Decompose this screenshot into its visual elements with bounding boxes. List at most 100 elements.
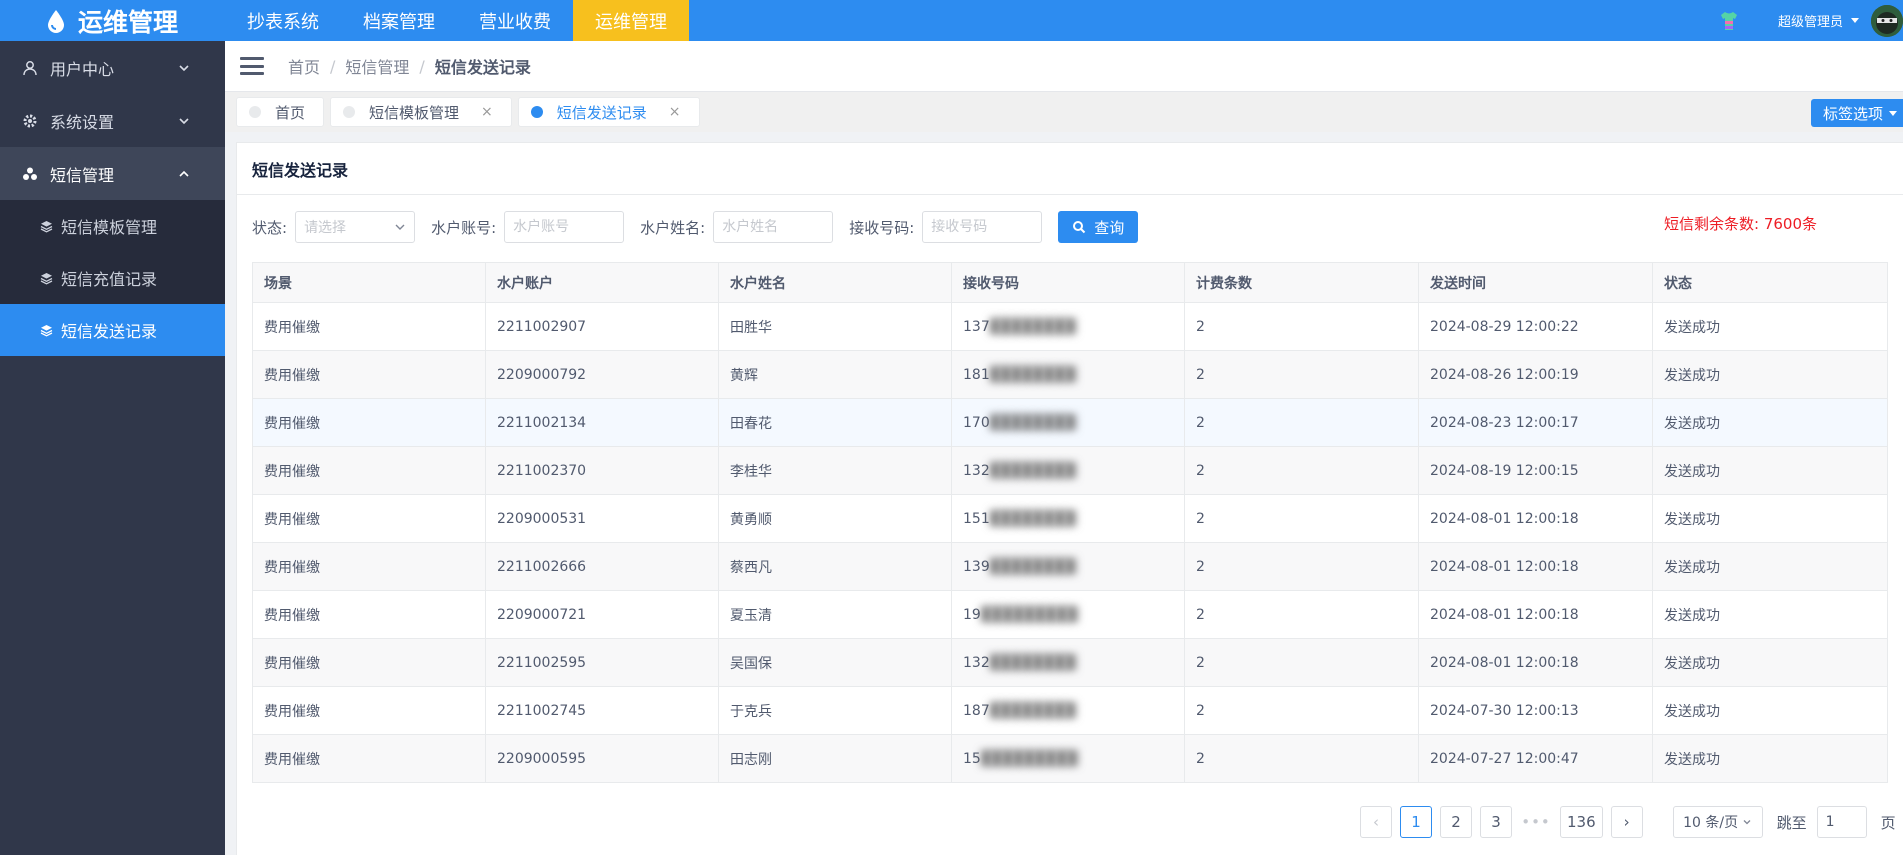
page-size-select[interactable]: 10 条/页	[1672, 806, 1763, 838]
page-button[interactable]: 136	[1560, 806, 1603, 838]
cell-scene: 费用催缴	[252, 638, 486, 687]
redacted-phone: ████████	[989, 462, 1076, 479]
redacted-phone: ████████	[989, 366, 1076, 383]
table-row[interactable]: 费用催缴 2211002907 田胜华 137████████ 2 2024-0…	[252, 302, 1888, 351]
prev-page-button[interactable]: ‹	[1360, 806, 1392, 838]
cell-send-time: 2024-08-19 12:00:15	[1418, 446, 1653, 495]
cell-scene: 费用催缴	[252, 542, 486, 591]
page-suffix: 页	[1880, 813, 1896, 832]
phone-prefix: 132	[963, 462, 990, 479]
layers-icon	[40, 272, 54, 285]
cell-scene: 费用催缴	[252, 302, 486, 351]
nav-archive-management[interactable]: 档案管理	[341, 0, 457, 41]
account-input[interactable]	[504, 211, 625, 243]
cell-name: 于克兵	[718, 686, 952, 735]
breadcrumb-separator: /	[330, 56, 336, 76]
cell-billing-count: 2	[1184, 494, 1419, 543]
breadcrumb-sms-management[interactable]: 短信管理	[345, 54, 409, 78]
column-header: 水户姓名	[718, 262, 952, 303]
tab-label: 短信模板管理	[369, 103, 460, 122]
cell-send-time: 2024-08-26 12:00:19	[1418, 350, 1653, 399]
cell-status: 发送成功	[1652, 638, 1888, 687]
user-name[interactable]: 超级管理员	[1778, 11, 1843, 30]
next-page-button[interactable]: ›	[1610, 806, 1643, 838]
sms-remaining-count: 短信剩余条数: 7600条	[1664, 215, 1817, 233]
cell-billing-count: 2	[1184, 446, 1419, 495]
layers-icon	[40, 220, 54, 233]
phone-input[interactable]	[922, 211, 1043, 243]
cell-name: 田志刚	[718, 734, 952, 783]
content-card: 短信发送记录 状态: 请选择 水户账号: 水户姓名: 接收号码: 查询 短信剩余…	[236, 142, 1903, 855]
nav-operations[interactable]: 运维管理	[573, 0, 689, 41]
sidebar-group-user-center[interactable]: 用户中心	[0, 41, 225, 94]
caret-down-icon[interactable]	[1851, 18, 1859, 23]
sidebar-group-label: 短信管理	[50, 165, 115, 185]
column-header: 状态	[1652, 262, 1888, 303]
cell-scene: 费用催缴	[252, 398, 486, 447]
query-button[interactable]: 查询	[1058, 211, 1139, 243]
cell-billing-count: 2	[1184, 734, 1419, 783]
column-header: 计费条数	[1184, 262, 1419, 303]
nav-billing[interactable]: 营业收费	[457, 0, 573, 41]
app-logo-text: 运维管理	[78, 7, 179, 37]
user-area: 超级管理员	[1718, 0, 1903, 41]
table-row[interactable]: 费用催缴 2209000531 黄勇顺 151████████ 2 2024-0…	[252, 494, 1888, 543]
page-button[interactable]: 2	[1440, 806, 1472, 838]
cell-phone: 139████████	[951, 542, 1185, 591]
sidebar-group-label: 系统设置	[50, 112, 115, 132]
close-icon[interactable]: ×	[481, 104, 493, 120]
jump-page-input[interactable]	[1816, 806, 1867, 838]
app-logo[interactable]: 运维管理	[0, 0, 225, 41]
redacted-phone: ████████	[989, 414, 1076, 431]
theme-shirt-icon[interactable]	[1718, 10, 1740, 32]
sms-records-table: 场景 水户账户 水户姓名 接收号码 计费条数 发送时间 状态 费用催缴 2211…	[252, 262, 1888, 783]
cell-account: 2211002134	[485, 398, 719, 447]
name-input[interactable]	[713, 211, 834, 243]
cell-billing-count: 2	[1184, 350, 1419, 399]
table-row[interactable]: 费用催缴 2211002595 吴国保 132████████ 2 2024-0…	[252, 638, 1888, 687]
sidebar-item-label: 短信模板管理	[61, 218, 158, 237]
tab-home[interactable]: 首页	[236, 97, 325, 127]
breadcrumb-home[interactable]: 首页	[288, 54, 320, 78]
sidebar-item-sms-send-records[interactable]: 短信发送记录	[0, 304, 225, 356]
sidebar-group-label: 用户中心	[50, 59, 115, 79]
tab-sms-template[interactable]: 短信模板管理 ×	[330, 97, 512, 127]
column-header: 发送时间	[1418, 262, 1653, 303]
table-row[interactable]: 费用催缴 2211002666 蔡西凡 139████████ 2 2024-0…	[252, 542, 1888, 591]
cell-billing-count: 2	[1184, 542, 1419, 591]
tab-options-button[interactable]: 标签选项	[1810, 99, 1903, 127]
redacted-phone: █████████	[980, 750, 1078, 767]
column-header: 水户账户	[485, 262, 719, 303]
sms-submenu: 短信模板管理 短信充值记录 短信发送记录	[0, 200, 225, 356]
nav-meter-reading[interactable]: 抄表系统	[225, 0, 341, 41]
user-icon	[22, 60, 40, 76]
sidebar-item-sms-template[interactable]: 短信模板管理	[0, 200, 225, 252]
table-row[interactable]: 费用催缴 2209000792 黄辉 181████████ 2 2024-08…	[252, 350, 1888, 399]
sidebar-item-sms-recharge[interactable]: 短信充值记录	[0, 252, 225, 304]
more-pages-ellipsis[interactable]: •••	[1520, 813, 1552, 831]
cell-status: 发送成功	[1652, 398, 1888, 447]
page-button[interactable]: 3	[1480, 806, 1512, 838]
cell-scene: 费用催缴	[252, 494, 486, 543]
breadcrumb-bar: 首页 / 短信管理 / 短信发送记录	[225, 41, 1903, 92]
sidebar-item-label: 短信发送记录	[61, 322, 158, 341]
table-row[interactable]: 费用催缴 2209000721 夏玉清 19█████████ 2 2024-0…	[252, 590, 1888, 639]
table-row[interactable]: 费用催缴 2211002370 李桂华 132████████ 2 2024-0…	[252, 446, 1888, 495]
cell-name: 夏玉清	[718, 590, 952, 639]
table-row[interactable]: 费用催缴 2211002134 田春花 170████████ 2 2024-0…	[252, 398, 1888, 447]
phone-prefix: 19	[963, 606, 981, 623]
sidebar-group-system-settings[interactable]: 系统设置	[0, 94, 225, 147]
close-icon[interactable]: ×	[669, 104, 681, 120]
breadcrumb-current: 短信发送记录	[434, 58, 531, 77]
status-select[interactable]: 请选择	[295, 211, 416, 243]
menu-toggle-icon[interactable]	[240, 57, 264, 75]
page-button[interactable]: 1	[1400, 806, 1432, 838]
avatar[interactable]	[1871, 4, 1903, 37]
phone-prefix: 170	[963, 414, 990, 431]
tab-sms-send-records[interactable]: 短信发送记录 ×	[517, 97, 700, 127]
table-row[interactable]: 费用催缴 2211002745 于克兵 187████████ 2 2024-0…	[252, 686, 1888, 735]
table-row[interactable]: 费用催缴 2209000595 田志刚 15█████████ 2 2024-0…	[252, 734, 1888, 783]
redacted-phone: ████████	[989, 558, 1076, 575]
sidebar-group-sms-management[interactable]: 短信管理	[0, 147, 225, 200]
cell-scene: 费用催缴	[252, 446, 486, 495]
